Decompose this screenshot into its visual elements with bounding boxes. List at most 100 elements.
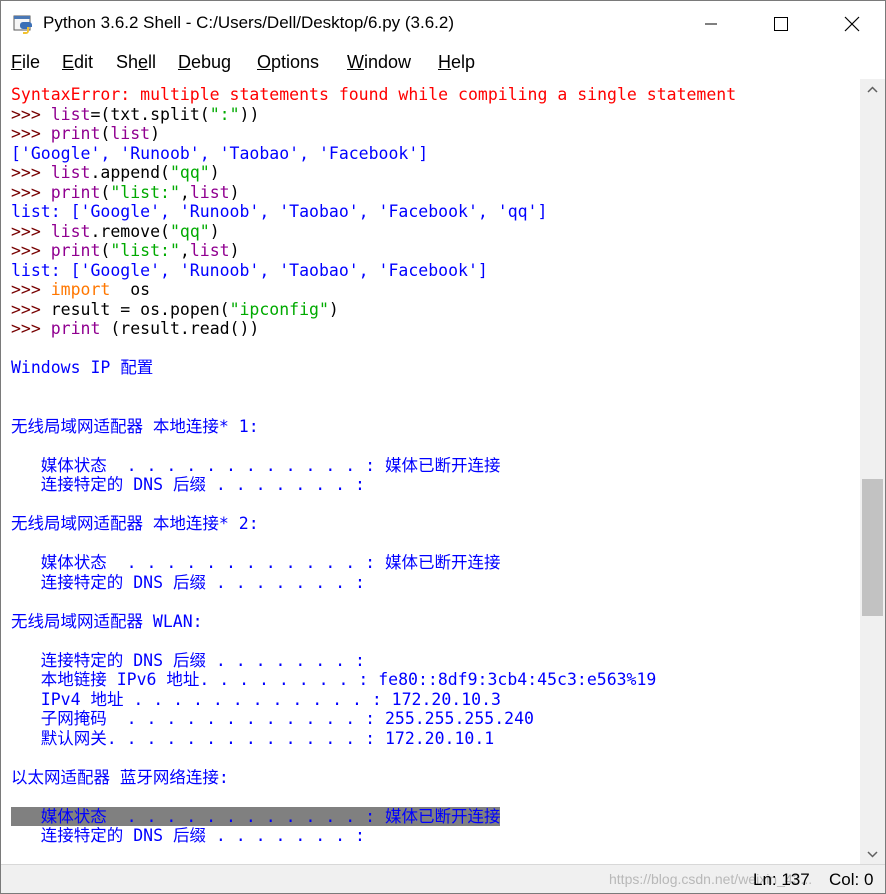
shell-text-segment: 以太网适配器 蓝牙网络连接:: [11, 767, 229, 787]
line-number: Ln: 137: [753, 870, 810, 889]
shell-text-segment: list: [50, 104, 91, 124]
idle-shell-window: Python 3.6.2 Shell - C:/Users/Dell/Deskt…: [0, 0, 886, 894]
shell-line: 媒体状态 . . . . . . . . . . . . : 媒体已断开连接: [11, 553, 501, 573]
shell-text-segment: list: [50, 163, 91, 182]
shell-text-segment: >>>: [11, 241, 51, 260]
shell-text-segment: "list:": [110, 182, 180, 202]
title-bar[interactable]: Python 3.6.2 Shell - C:/Users/Dell/Deskt…: [1, 1, 885, 47]
shell-text-segment: >>>: [11, 221, 51, 241]
shell-text-segment: .append(: [90, 163, 170, 182]
menu-debug[interactable]: Debug: [178, 52, 231, 73]
shell-line: IPv4 地址 . . . . . . . . . . . . : 172.20…: [11, 690, 501, 710]
shell-text-segment: 连接特定的 DNS 后缀 . . . . . . . :: [11, 826, 365, 845]
shell-text-segment: print: [50, 241, 101, 260]
shell-text-segment: list: [50, 221, 91, 241]
shell-text-segment: >>>: [11, 163, 51, 182]
shell-text-segment: 媒体状态 . . . . . . . . . . . . : 媒体已断开连接: [11, 455, 501, 475]
shell-text-segment: >>>: [11, 104, 51, 124]
shell-text-segment: 连接特定的 DNS 后缀 . . . . . . . :: [11, 572, 365, 592]
shell-text-segment: list: [189, 182, 230, 202]
shell-line: 子网掩码 . . . . . . . . . . . . : 255.255.2…: [11, 709, 534, 729]
minimize-button[interactable]: [682, 1, 740, 47]
shell-text-segment: >>>: [11, 280, 51, 299]
shell-text-segment: (: [100, 241, 111, 260]
menu-options[interactable]: Options: [257, 52, 319, 73]
shell-line: 无线局域网适配器 本地连接* 1:: [11, 417, 259, 437]
shell-line: SyntaxError: multiple statements found w…: [11, 85, 736, 105]
menu-edit[interactable]: Edit: [62, 52, 93, 73]
menu-file[interactable]: File: [11, 52, 40, 73]
shell-text-segment: 连接特定的 DNS 后缀 . . . . . . . :: [11, 475, 365, 494]
shell-text-segment: print: [50, 319, 101, 338]
shell-text-segment: 媒体状态 . . . . . . . . . . . . : 媒体已断开连接: [11, 806, 501, 826]
shell-text-segment: 无线局域网适配器 WLAN:: [11, 611, 203, 631]
shell-text-area[interactable]: SyntaxError: multiple statements found w…: [1, 79, 860, 864]
shell-text-segment: ): [229, 182, 240, 202]
shell-text-segment: "ipconfig": [229, 299, 329, 319]
shell-text-segment: >>>: [11, 299, 51, 319]
close-icon: [844, 16, 860, 32]
shell-line: >>> result = os.popen("ipconfig"): [11, 300, 339, 320]
shell-text-segment: "list:": [110, 241, 180, 260]
shell-line: >>> list.remove("qq"): [11, 222, 220, 242]
shell-text-segment: 无线局域网适配器 本地连接* 1:: [11, 416, 259, 436]
shell-text-segment: "qq": [169, 163, 210, 182]
chevron-up-icon: [867, 85, 878, 93]
shell-line: >>> print("list:",list): [11, 241, 240, 261]
vertical-scrollbar[interactable]: [860, 79, 885, 864]
shell-text-segment: import: [50, 280, 111, 299]
scroll-up-button[interactable]: [860, 79, 885, 99]
shell-text-segment: )): [239, 104, 260, 124]
shell-text-segment: >>>: [11, 319, 51, 338]
shell-text-segment: 本地链接 IPv6 地址. . . . . . . . : fe80::8df9…: [11, 670, 657, 689]
menu-shell[interactable]: Shell: [116, 52, 156, 73]
shell-text-segment: ): [328, 299, 339, 319]
shell-text-segment: list: [110, 124, 151, 143]
menu-help[interactable]: Help: [438, 52, 475, 73]
window-title: Python 3.6.2 Shell - C:/Users/Dell/Deskt…: [43, 13, 455, 32]
shell-text-segment: Windows IP 配置: [11, 358, 154, 377]
shell-text-segment: IPv4 地址 . . . . . . . . . . . . : 172.20…: [11, 689, 501, 709]
minimize-icon: [705, 23, 717, 25]
shell-text-segment: .remove(: [90, 221, 170, 241]
menu-window[interactable]: Window: [347, 52, 411, 73]
shell-line: 以太网适配器 蓝牙网络连接:: [11, 768, 229, 788]
maximize-icon: [774, 17, 788, 31]
shell-text-segment: list: ['Google', 'Runoob', 'Taobao', 'Fa…: [11, 202, 548, 221]
shell-text-segment: ): [209, 163, 220, 182]
shell-text-segment: 媒体状态 . . . . . . . . . . . . : 媒体已断开连接: [11, 553, 501, 572]
shell-line: 媒体状态 . . . . . . . . . . . . : 媒体已断开连接: [11, 806, 501, 827]
shell-line: >>> list.append("qq"): [11, 163, 220, 183]
shell-text-segment: =(txt.split(: [90, 104, 210, 124]
shell-text-segment: ,: [179, 241, 190, 260]
shell-text-segment: ): [209, 221, 220, 241]
shell-text-segment: (: [100, 124, 111, 143]
shell-line: 本地链接 IPv6 地址. . . . . . . . : fe80::8df9…: [11, 670, 657, 690]
shell-text-segment: >>>: [11, 182, 51, 202]
scrollbar-thumb[interactable]: [862, 479, 883, 616]
python-idle-icon: [13, 15, 32, 34]
scroll-down-button[interactable]: [860, 844, 885, 864]
shell-line: ['Google', 'Runoob', 'Taobao', 'Facebook…: [11, 144, 428, 164]
shell-line: >>> list=(txt.split(":")): [11, 105, 259, 125]
shell-text-segment: list: ['Google', 'Runoob', 'Taobao', 'Fa…: [11, 260, 488, 280]
shell-text-segment: list: [189, 241, 230, 260]
shell-text-segment: 连接特定的 DNS 后缀 . . . . . . . :: [11, 650, 365, 670]
maximize-button[interactable]: [752, 1, 810, 47]
shell-line: Windows IP 配置: [11, 358, 153, 378]
shell-line: >>> import os: [11, 280, 150, 300]
shell-text-segment: 默认网关. . . . . . . . . . . . . : 172.20.1…: [11, 728, 495, 748]
shell-text-segment: ":": [209, 104, 240, 124]
shell-text-segment: >>>: [11, 124, 51, 143]
shell-text-segment: (: [100, 182, 111, 202]
shell-text-segment: 无线局域网适配器 本地连接* 2:: [11, 514, 259, 533]
shell-text-segment: print: [50, 182, 101, 202]
shell-text-segment: ): [229, 241, 240, 260]
shell-line: 媒体状态 . . . . . . . . . . . . : 媒体已断开连接: [11, 455, 501, 476]
shell-text-segment: print: [50, 124, 101, 143]
shell-line: list: ['Google', 'Runoob', 'Taobao', 'Fa…: [11, 261, 488, 281]
close-button[interactable]: [823, 1, 881, 47]
shell-line: 连接特定的 DNS 后缀 . . . . . . . :: [11, 651, 365, 671]
shell-line: >>> print (result.read()): [11, 319, 259, 339]
shell-text-segment: 子网掩码 . . . . . . . . . . . . : 255.255.2…: [11, 709, 534, 728]
